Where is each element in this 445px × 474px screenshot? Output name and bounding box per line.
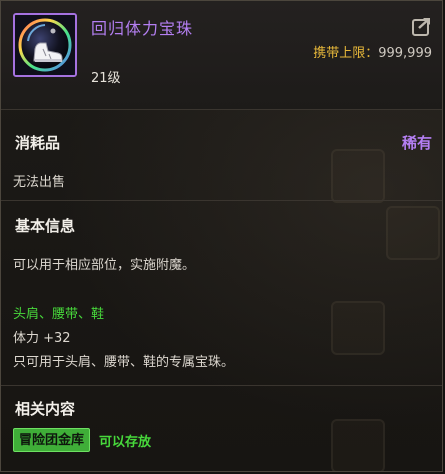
- category-title: 消耗品: [15, 134, 61, 152]
- carry-limit-value: 999,999: [378, 46, 432, 61]
- rarity-label: 稀有: [401, 134, 432, 152]
- storage-status: 可以存放: [99, 435, 152, 450]
- related-title: 相关内容: [15, 400, 76, 418]
- stat-bonus: 体力 +32: [13, 331, 71, 346]
- usage-restriction: 只可用于头肩、腰带、鞋的专属宝珠。: [13, 355, 235, 370]
- divider: [1, 385, 442, 386]
- sell-status: 无法出售: [13, 175, 66, 190]
- item-name: 回归体力宝珠: [91, 19, 194, 38]
- divider: [1, 200, 442, 201]
- basic-info-title: 基本信息: [15, 217, 76, 235]
- divider: [1, 109, 442, 110]
- applicable-slots: 头肩、腰带、鞋: [13, 307, 105, 322]
- carry-limit: 携带上限：999,999: [313, 42, 432, 61]
- carry-limit-label: 携带上限：: [313, 46, 379, 61]
- background-slot-ghost: [331, 301, 385, 355]
- boot-orb-icon: [13, 13, 77, 77]
- item-level: 21级: [91, 71, 121, 86]
- adventure-vault-button[interactable]: 冒险团金库: [13, 428, 91, 452]
- item-tooltip: 回归体力宝珠 携带上限：999,999 21级 消耗品 稀有 无法出售 基本信息…: [0, 0, 443, 472]
- background-slot-ghost: [331, 149, 385, 203]
- export-arrow-icon[interactable]: [411, 15, 433, 37]
- background-slot-ghost: [386, 206, 440, 260]
- item-description: 可以用于相应部位，实施附魔。: [13, 258, 196, 273]
- background-slot-ghost: [331, 419, 385, 471]
